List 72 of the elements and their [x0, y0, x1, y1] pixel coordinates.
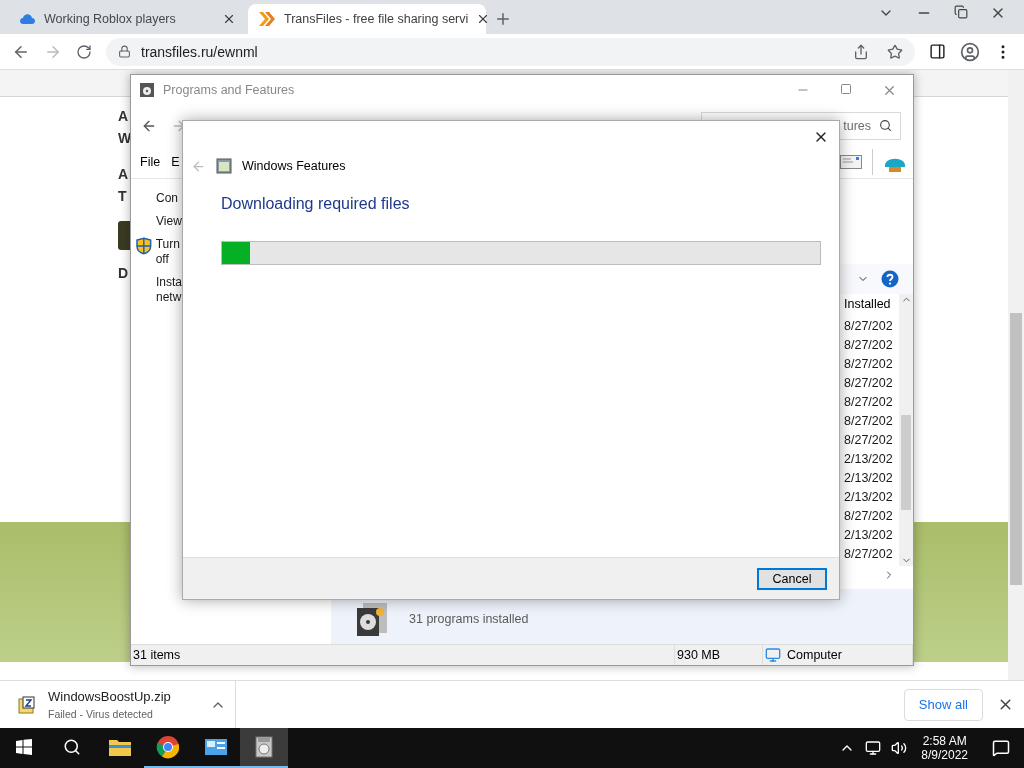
menu-item[interactable]: File — [140, 155, 161, 169]
window-title: Programs and Features — [163, 83, 295, 97]
table-cell-text: 2/13/202 — [844, 528, 894, 544]
profile-icon[interactable] — [960, 41, 980, 62]
share-icon[interactable] — [853, 43, 869, 60]
cloud-icon — [18, 12, 36, 26]
table-cell-text: 2/13/202 — [844, 452, 894, 468]
browser-tab[interactable]: Working Roblox players — [8, 4, 246, 34]
folder-icon — [108, 737, 132, 757]
control-panel-icon — [204, 737, 228, 757]
taskbar-button[interactable] — [240, 728, 288, 768]
table-cell-text: 8/27/202 — [844, 414, 894, 430]
program-box-icon — [355, 602, 389, 638]
close-icon[interactable] — [222, 12, 236, 26]
table-cell-text: 8/27/202 — [844, 395, 894, 411]
zip-file-icon — [18, 695, 36, 714]
windows-logo-icon[interactable] — [16, 739, 32, 755]
task-link[interactable]: Turn off — [155, 237, 183, 267]
clock[interactable]: 2:58 AM 8/9/2022 — [921, 734, 968, 762]
network-icon[interactable] — [865, 740, 882, 756]
scrollbar[interactable] — [899, 294, 913, 566]
star-icon[interactable] — [887, 43, 903, 60]
download-status: Failed - Virus detected — [48, 708, 154, 720]
dialog-title: Windows Features — [242, 159, 346, 173]
table-cell-text: 8/27/202 — [844, 509, 894, 525]
notification-icon[interactable] — [992, 739, 1010, 757]
cancel-button[interactable]: Cancel — [757, 567, 827, 590]
page-text: D — [118, 264, 130, 283]
page-scrollbar[interactable] — [1008, 70, 1024, 680]
table-cell-text: 8/27/202 — [844, 433, 894, 449]
computer-icon — [765, 647, 781, 663]
status-text: 31 items — [131, 645, 675, 665]
maximize-icon[interactable] — [840, 82, 852, 95]
page-text: T — [118, 187, 128, 206]
table-cell-text: 2/13/202 — [844, 490, 894, 506]
reload-icon[interactable] — [76, 43, 92, 60]
browser-tab[interactable]: TransFiles - free file sharing servi — [248, 4, 486, 34]
shield-icon — [136, 237, 152, 255]
table-cell-text: 2/13/202 — [844, 471, 894, 487]
table-cell-text: 8/27/202 — [844, 547, 894, 563]
table-cell-text: 8/27/202 — [844, 357, 894, 373]
page-text: A — [118, 107, 130, 126]
program-box-icon — [139, 82, 155, 98]
url-text: transfiles.ru/ewnml — [141, 43, 258, 60]
table-cell-text: 8/27/202 — [844, 338, 894, 354]
table-cell-text: 8/27/202 — [844, 376, 894, 392]
task-link[interactable]: Con — [156, 191, 183, 206]
card-icon[interactable] — [840, 155, 862, 169]
browser-icon — [156, 735, 180, 759]
file-name[interactable]: WindowsBoostUp.zip — [48, 689, 198, 704]
search-icon[interactable] — [63, 738, 81, 756]
page-text: A — [118, 165, 130, 184]
show-all-button[interactable]: Show all — [903, 688, 983, 721]
window-icon — [216, 158, 232, 174]
programs-count: 31 programs installed — [409, 612, 529, 626]
side-panel-icon[interactable] — [929, 43, 946, 60]
menu-item[interactable]: E — [171, 155, 180, 169]
status-text: 930 MB — [675, 645, 763, 665]
lock-icon — [118, 45, 131, 58]
status-text: Computer — [787, 648, 842, 662]
program-box-icon — [254, 735, 274, 759]
help-icon[interactable] — [881, 270, 899, 288]
column-header[interactable]: Installed — [844, 297, 899, 319]
address-bar[interactable]: transfiles.ru/ewnml — [106, 37, 915, 66]
table-cell-text: 8/27/202 — [844, 319, 894, 335]
chevrons-icon — [258, 11, 276, 27]
search-icon — [879, 119, 892, 132]
volume-icon[interactable] — [891, 740, 908, 756]
restore-icon[interactable] — [954, 5, 968, 19]
task-link[interactable]: View — [156, 214, 183, 229]
task-link[interactable]: Insta netw — [156, 275, 183, 305]
dialog-heading: Downloading required files — [220, 194, 411, 214]
